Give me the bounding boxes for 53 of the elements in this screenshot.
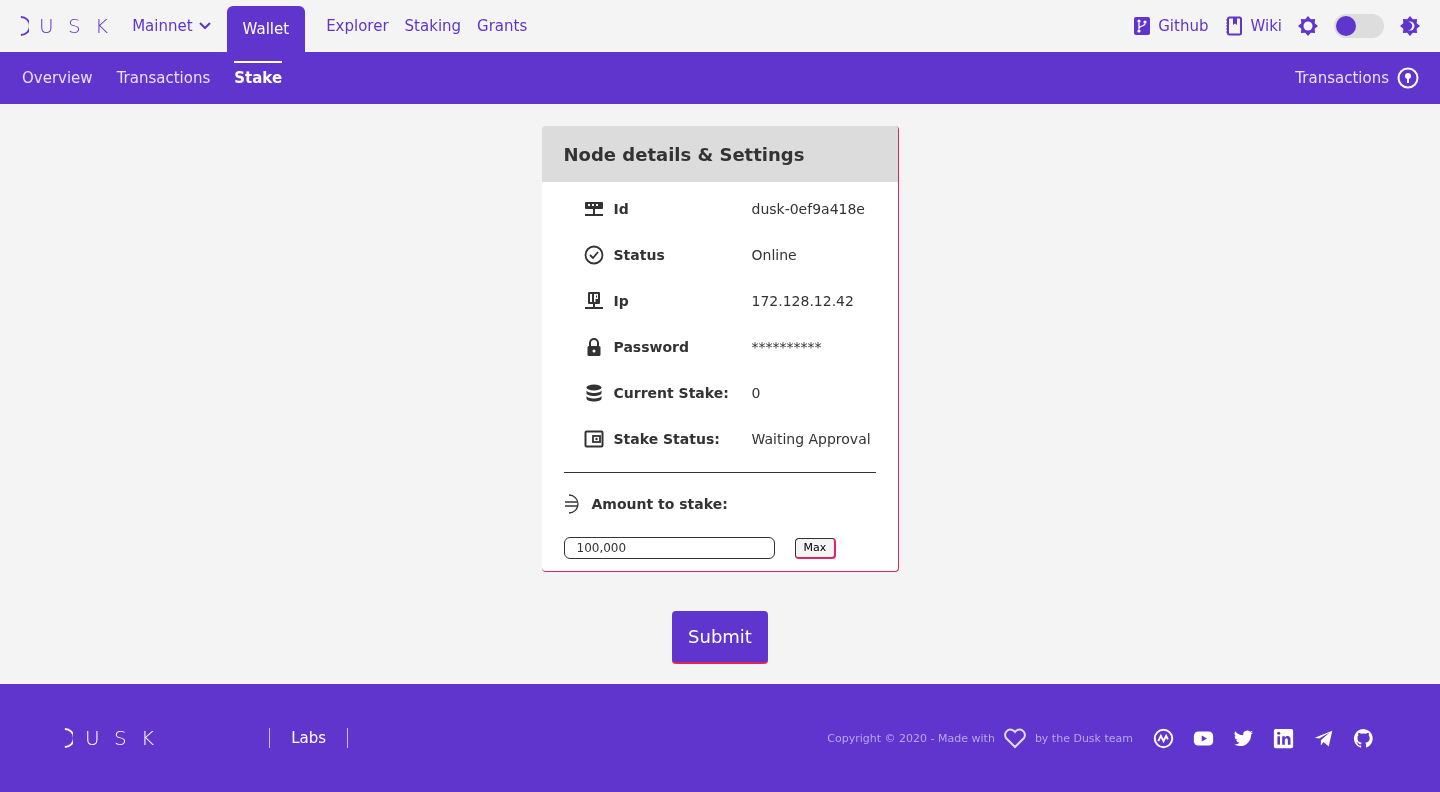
twitter-icon[interactable] [1233,727,1254,749]
detail-label: Ip [613,293,630,309]
detail-label: Current Stake: [613,385,730,401]
server-icon [583,199,604,219]
detail-value: Online [751,247,798,263]
nav-tab[interactable]: Staking [396,0,470,52]
copyright-text: Copyright © 2020 - Made with [827,731,995,745]
coinmarketcap-icon[interactable] [1153,727,1174,749]
help-circle-icon [1397,67,1419,89]
detail-value: dusk-0ef9a418e [751,201,866,217]
theme-toggle[interactable] [1334,14,1384,38]
wiki-link[interactable]: Wiki [1224,16,1282,36]
detail-label: Status [613,247,666,263]
amount-input[interactable]: 100,000 [563,537,775,559]
branch-book-icon [1132,16,1153,36]
detail-value: Waiting Approval [751,431,872,447]
max-button[interactable]: Max [794,537,837,559]
detail-value: 0 [751,385,762,401]
logo-text: U S K [85,726,157,750]
logo-text: U S K [39,14,111,38]
check-circle-icon [583,245,604,265]
chevron-down-icon [198,22,211,30]
detail-value: ********** [751,339,823,355]
submit-button[interactable]: Submit [672,611,768,664]
logo-crescent-icon [20,16,29,36]
detail-label: Id [613,201,630,217]
light-mode-icon[interactable] [1298,16,1318,36]
sub-tab[interactable]: Overview [22,61,93,95]
wallet-icon [583,429,604,449]
sub-tab[interactable]: Transactions [116,61,211,95]
amount-label: Amount to stake: [591,496,728,512]
linkedin-icon[interactable] [1273,727,1294,749]
github-link[interactable]: Github [1132,16,1209,36]
nav-tab[interactable]: Explorer [318,0,397,52]
database-icon [583,383,604,403]
logo-crescent-icon [64,728,73,748]
github-icon[interactable] [1353,727,1374,749]
detail-label: Stake Status: [613,431,721,447]
labs-link[interactable]: Labs [269,728,349,748]
heart-icon [1002,727,1027,749]
sub-tab[interactable]: Stake [234,61,283,95]
network-dropdown[interactable]: Mainnet [132,0,211,52]
detail-label: Password [613,339,690,355]
dark-mode-icon[interactable] [1400,16,1420,36]
nav-tab[interactable]: Grants [469,0,536,52]
nav-tab[interactable]: Wallet [226,6,306,52]
transactions-help-button[interactable]: Transactions [1289,66,1425,90]
detail-value: 172.128.12.42 [751,293,855,309]
ip-network-icon [583,291,604,311]
team-text: by the Dusk team [1034,731,1133,745]
notebook-icon [1224,16,1245,36]
dusk-coin-icon [563,493,582,515]
card-title: Node details & Settings [541,126,898,182]
